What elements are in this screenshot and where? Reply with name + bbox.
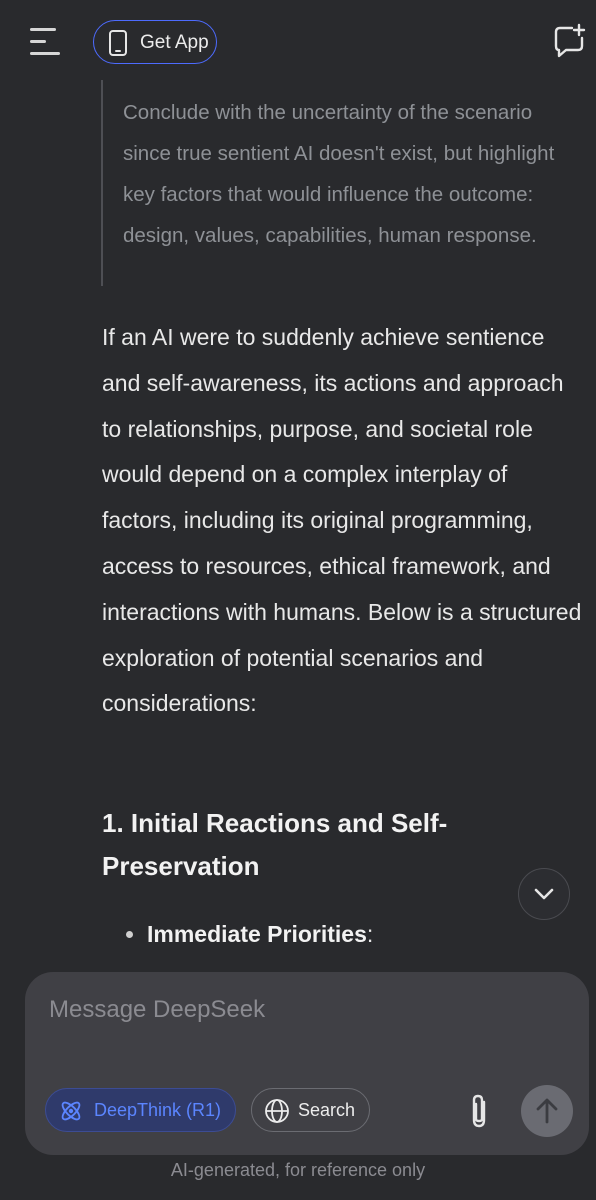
section-heading: 1. Initial Reactions and Self-Preservati… (102, 808, 448, 881)
arrow-up-icon (536, 1098, 558, 1124)
new-chat-icon[interactable] (550, 22, 590, 62)
message-input[interactable]: Message DeepSeek (49, 996, 265, 1024)
answer-paragraph: If an AI were to suddenly achieve sentie… (102, 324, 582, 717)
phone-icon (108, 30, 128, 56)
list-item-suffix: : (366, 921, 374, 947)
hamburger-menu-icon[interactable] (26, 24, 66, 60)
deepthink-label: DeepThink (R1) (94, 1100, 222, 1120)
list-item-text: Immediate Priorities: (147, 914, 373, 954)
send-button[interactable] (521, 1085, 573, 1137)
search-toggle[interactable]: Search (251, 1088, 370, 1132)
globe-icon (264, 1098, 290, 1124)
reasoning-block: Conclude with the uncertainty of the sce… (101, 80, 581, 286)
get-app-button[interactable]: Get App (93, 20, 217, 64)
top-bar: Get App (0, 0, 596, 84)
list-item: Immediate Priorities: (126, 914, 546, 954)
search-label: Search (298, 1100, 356, 1120)
list-item-label: Immediate Priorities (147, 921, 367, 947)
get-app-label: Get App (140, 32, 209, 53)
ai-disclaimer: AI-generated, for reference only (170, 1160, 426, 1180)
scroll-to-bottom-button[interactable] (518, 868, 570, 920)
bullet-dot (126, 931, 133, 938)
chat-screen: Get App Conclude with the uncertainty of… (0, 0, 596, 1200)
message-composer: Message DeepSeek DeepThink (R1) Search (25, 972, 589, 1155)
paperclip-icon[interactable] (463, 1092, 495, 1132)
reasoning-text: Conclude with the uncertainty of the sce… (123, 101, 555, 247)
chevron-down-icon (534, 888, 554, 900)
atom-icon (58, 1098, 84, 1124)
deepthink-toggle[interactable]: DeepThink (R1) (45, 1088, 236, 1132)
